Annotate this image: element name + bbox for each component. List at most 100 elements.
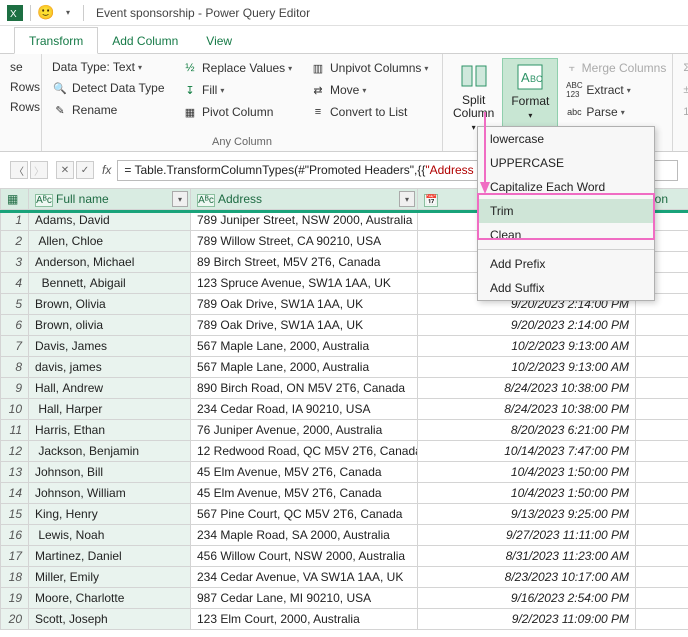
table-row[interactable]: 10 Hall, Harper234 Cedar Road, IA 90210,… xyxy=(1,399,688,420)
cell-hidden[interactable] xyxy=(418,357,446,378)
cell-registered[interactable]: 8/24/2023 10:38:00 PM xyxy=(446,399,636,420)
cell-hidden[interactable] xyxy=(418,546,446,567)
cell-fullname[interactable]: Bennett, Abigail xyxy=(29,273,191,294)
convert-to-list-button[interactable]: ≡Convert to List xyxy=(306,102,436,122)
column-header-fullname[interactable]: AᴮcFull name▾ xyxy=(29,189,191,210)
pivot-column-button[interactable]: ▦Pivot Column xyxy=(178,102,306,122)
cell-hidden[interactable] xyxy=(418,378,446,399)
cell-address[interactable]: 987 Cedar Lane, MI 90210, USA xyxy=(191,588,418,609)
cell-address[interactable]: 890 Birch Road, ON M5V 2T6, Canada xyxy=(191,378,418,399)
table-row[interactable]: 12 Jackson, Benjamin12 Redwood Road, QC … xyxy=(1,441,688,462)
cell-fullname[interactable]: Martinez, Daniel xyxy=(29,546,191,567)
cell-extra[interactable] xyxy=(636,357,688,378)
cell-registered[interactable]: 8/20/2023 6:21:00 PM xyxy=(446,420,636,441)
cell-extra[interactable] xyxy=(636,441,688,462)
cell-fullname[interactable]: Brown, olivia xyxy=(29,315,191,336)
cell-fullname[interactable]: Johnson, Bill xyxy=(29,462,191,483)
cell-extra[interactable] xyxy=(636,399,688,420)
cell-fullname[interactable]: Lewis, Noah xyxy=(29,525,191,546)
cell-fullname[interactable]: Harris, Ethan xyxy=(29,420,191,441)
cell-registered[interactable]: 10/2/2023 9:13:00 AM xyxy=(446,357,636,378)
scientific-button[interactable]: 10ⁿScientific xyxy=(679,102,688,122)
cell-address[interactable]: 234 Cedar Avenue, VA SW1A 1AA, UK xyxy=(191,567,418,588)
table-row[interactable]: 17Martinez, Daniel456 Willow Court, NSW … xyxy=(1,546,688,567)
cell-extra[interactable] xyxy=(636,420,688,441)
select-all-corner[interactable]: ▦ xyxy=(1,189,29,210)
fill-button[interactable]: ↧Fill▾ xyxy=(178,80,306,100)
move-button[interactable]: ⇄Move▾ xyxy=(306,80,436,100)
cell-hidden[interactable] xyxy=(418,231,446,252)
cell-fullname[interactable]: Brown, Olivia xyxy=(29,294,191,315)
cell-address[interactable]: 12 Redwood Road, QC M5V 2T6, Canada xyxy=(191,441,418,462)
menu-capitalize[interactable]: Capitalize Each Word xyxy=(478,175,654,199)
cell-extra[interactable] xyxy=(636,567,688,588)
cell-hidden[interactable] xyxy=(418,441,446,462)
table-row[interactable]: 11Harris, Ethan76 Juniper Avenue, 2000, … xyxy=(1,420,688,441)
extract-button[interactable]: ABC123Extract▾ xyxy=(562,80,670,100)
cell-fullname[interactable]: Hall, Andrew xyxy=(29,378,191,399)
cell-fullname[interactable]: Allen, Chloe xyxy=(29,231,191,252)
qat-dropdown-icon[interactable]: ▾ xyxy=(60,5,76,21)
cell-registered[interactable]: 9/13/2023 9:25:00 PM xyxy=(446,504,636,525)
parse-button[interactable]: abcParse▾ xyxy=(562,102,670,122)
table-row[interactable]: 20Scott, Joseph123 Elm Court, 2000, Aust… xyxy=(1,609,688,630)
statistics-button[interactable]: ΣStatistics xyxy=(679,58,688,78)
cell-extra[interactable] xyxy=(636,504,688,525)
cell-hidden[interactable] xyxy=(418,336,446,357)
cell-extra[interactable] xyxy=(636,609,688,630)
table-row[interactable]: 6Brown, olivia789 Oak Drive, SW1A 1AA, U… xyxy=(1,315,688,336)
cell-fullname[interactable]: Miller, Emily xyxy=(29,567,191,588)
unpivot-columns-button[interactable]: ▥Unpivot Columns▾ xyxy=(306,58,436,78)
table-row[interactable]: 18Miller, Emily234 Cedar Avenue, VA SW1A… xyxy=(1,567,688,588)
cell-hidden[interactable] xyxy=(418,294,446,315)
menu-clean[interactable]: Clean xyxy=(478,223,654,247)
cell-extra[interactable] xyxy=(636,462,688,483)
cell-registered[interactable]: 9/16/2023 2:54:00 PM xyxy=(446,588,636,609)
cancel-formula-button[interactable]: ✕ xyxy=(56,161,74,179)
cell-address[interactable]: 234 Cedar Road, IA 90210, USA xyxy=(191,399,418,420)
rows-button-2[interactable]: Rows xyxy=(6,98,35,116)
replace-values-button[interactable]: ½Replace Values▾ xyxy=(178,58,306,78)
cell-registered[interactable]: 10/14/2023 7:47:00 PM xyxy=(446,441,636,462)
cell-hidden[interactable] xyxy=(418,420,446,441)
cell-hidden[interactable] xyxy=(418,483,446,504)
cell-extra[interactable] xyxy=(636,315,688,336)
cell-registered[interactable]: 10/4/2023 1:50:00 PM xyxy=(446,462,636,483)
cell-registered[interactable]: 9/20/2023 2:14:00 PM xyxy=(446,315,636,336)
truncated-button[interactable]: se xyxy=(6,58,35,76)
cell-registered[interactable]: 10/4/2023 1:50:00 PM xyxy=(446,483,636,504)
cell-registered[interactable]: 8/23/2023 10:17:00 AM xyxy=(446,567,636,588)
cell-extra[interactable] xyxy=(636,588,688,609)
cell-registered[interactable]: 9/2/2023 11:09:00 PM xyxy=(446,609,636,630)
menu-add-prefix[interactable]: Add Prefix xyxy=(478,252,654,276)
cell-registered[interactable]: 8/24/2023 10:38:00 PM xyxy=(446,378,636,399)
cell-address[interactable]: 789 Oak Drive, SW1A 1AA, UK xyxy=(191,294,418,315)
table-row[interactable]: 7Davis, James567 Maple Lane, 2000, Austr… xyxy=(1,336,688,357)
cell-hidden[interactable] xyxy=(418,588,446,609)
cell-address[interactable]: 123 Elm Court, 2000, Australia xyxy=(191,609,418,630)
cell-address[interactable]: 456 Willow Court, NSW 2000, Australia xyxy=(191,546,418,567)
table-row[interactable]: 19Moore, Charlotte987 Cedar Lane, MI 902… xyxy=(1,588,688,609)
cell-address[interactable]: 89 Birch Street, M5V 2T6, Canada xyxy=(191,252,418,273)
menu-lowercase[interactable]: lowercase xyxy=(478,127,654,151)
cell-registered[interactable]: 9/27/2023 11:11:00 PM xyxy=(446,525,636,546)
cell-address[interactable]: 567 Maple Lane, 2000, Australia xyxy=(191,336,418,357)
rename-button[interactable]: ✎Rename xyxy=(48,100,178,120)
cell-fullname[interactable]: King, Henry xyxy=(29,504,191,525)
column-filter-icon[interactable]: ▾ xyxy=(172,191,188,207)
cell-fullname[interactable]: Moore, Charlotte xyxy=(29,588,191,609)
cell-address[interactable]: 123 Spruce Avenue, SW1A 1AA, UK xyxy=(191,273,418,294)
cell-address[interactable]: 789 Oak Drive, SW1A 1AA, UK xyxy=(191,315,418,336)
menu-add-suffix[interactable]: Add Suffix xyxy=(478,276,654,300)
menu-uppercase[interactable]: UPPERCASE xyxy=(478,151,654,175)
detect-data-type-button[interactable]: 🔍Detect Data Type xyxy=(48,78,178,98)
cell-address[interactable]: 76 Juniper Avenue, 2000, Australia xyxy=(191,420,418,441)
cell-extra[interactable] xyxy=(636,525,688,546)
tab-add-column[interactable]: Add Column xyxy=(98,28,192,53)
menu-trim[interactable]: Trim xyxy=(478,199,654,223)
cell-fullname[interactable]: Hall, Harper xyxy=(29,399,191,420)
cell-extra[interactable] xyxy=(636,546,688,567)
cell-hidden[interactable] xyxy=(418,609,446,630)
column-header-obscured[interactable]: 📅 xyxy=(418,189,446,210)
merge-columns-button[interactable]: ⫟Merge Columns xyxy=(562,58,670,78)
